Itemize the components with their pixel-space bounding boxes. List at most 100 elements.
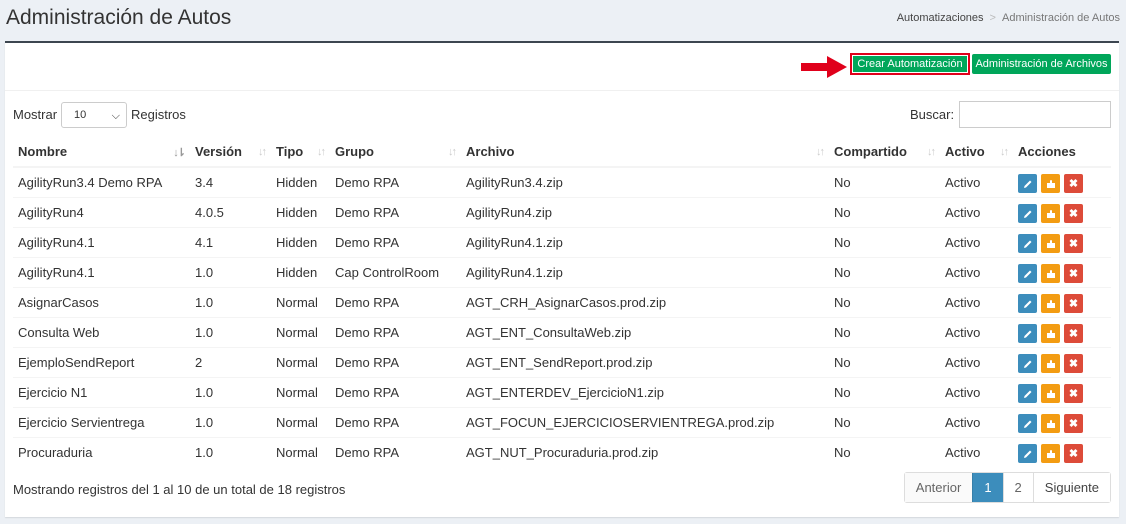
column-header-tipo[interactable]: Tipo ↓↑ — [271, 136, 330, 168]
delete-button[interactable]: ✖ — [1064, 384, 1083, 403]
plugin-button[interactable] — [1041, 204, 1060, 223]
cell-archivo: AgilityRun4.1.zip — [461, 256, 829, 287]
cell-version: 1.0 — [190, 316, 271, 347]
breadcrumb-item-automatizaciones[interactable]: Automatizaciones — [897, 12, 984, 24]
edit-button[interactable] — [1018, 294, 1037, 313]
table-row: AgilityRun4.1 1.0 Hidden Cap ControlRoom Agi… — [13, 256, 1111, 287]
cell-activo: Activo — [940, 226, 1013, 257]
edit-button[interactable] — [1018, 414, 1037, 433]
cell-compartido: No — [829, 376, 940, 407]
cell-nombre: AgilityRun4.1 — [13, 256, 190, 287]
plugin-button[interactable] — [1041, 444, 1060, 464]
edit-button[interactable] — [1018, 354, 1037, 373]
plugin-button[interactable] — [1041, 384, 1060, 403]
page-button-1[interactable]: 1 — [972, 473, 1003, 502]
cell-acciones: ✖ — [1013, 226, 1111, 257]
delete-button[interactable]: ✖ — [1064, 234, 1083, 253]
table-row: AsignarCasos 1.0 Normal Demo RPA AGT_CRH_Asi… — [13, 286, 1111, 317]
file-admin-button[interactable]: Administración de Archivos — [972, 54, 1111, 74]
times-icon: ✖ — [1068, 208, 1079, 220]
delete-button[interactable]: ✖ — [1064, 324, 1083, 343]
breadcrumb: Automatizaciones > Administración de Autos — [897, 12, 1120, 24]
pagination: Anterior 1 2 Siguiente — [903, 472, 1111, 503]
sort-icon: ↓↑ — [927, 146, 936, 158]
puzzle-icon — [1046, 299, 1055, 308]
edit-button[interactable] — [1018, 264, 1037, 283]
create-automation-button[interactable]: Crear Automatización — [850, 53, 970, 75]
cell-compartido: No — [829, 286, 940, 317]
plugin-button[interactable] — [1041, 294, 1060, 313]
search-label: Buscar: — [910, 107, 955, 122]
cell-tipo: Normal — [271, 346, 330, 377]
column-header-compartido[interactable]: Compartido ↓↑ — [829, 136, 940, 168]
cell-activo: Activo — [940, 406, 1013, 437]
edit-button[interactable] — [1018, 444, 1037, 464]
breadcrumb-item-current: Administración de Autos — [1001, 12, 1120, 24]
row-actions: ✖ — [1018, 201, 1106, 223]
edit-button[interactable] — [1018, 384, 1037, 403]
column-header-nombre[interactable]: Nombre ↓⇂ — [13, 136, 190, 168]
delete-button[interactable]: ✖ — [1064, 414, 1083, 433]
plugin-button[interactable] — [1041, 234, 1060, 253]
table-row: AgilityRun4.1 4.1 Hidden Demo RPA AgilityRun… — [13, 226, 1111, 257]
plugin-button[interactable] — [1041, 354, 1060, 373]
cell-version: 1.0 — [190, 406, 271, 437]
pencil-icon — [1023, 240, 1031, 248]
cell-compartido: No — [829, 256, 940, 287]
plugin-button[interactable] — [1041, 414, 1060, 433]
previous-page-button[interactable]: Anterior — [904, 473, 973, 502]
table-header-row: Nombre ↓⇂ Versión ↓↑ Tipo ↓↑ Grupo ↓↑ Archiv… — [13, 136, 1111, 168]
delete-button[interactable]: ✖ — [1064, 444, 1083, 464]
arrow-right-icon — [801, 56, 847, 78]
plugin-button[interactable] — [1041, 174, 1060, 194]
cell-nombre: EjemploSendReport — [13, 346, 190, 377]
edit-button[interactable] — [1018, 234, 1037, 253]
page-size-select[interactable]: 10 ⌵ — [61, 102, 127, 128]
edit-button[interactable] — [1018, 324, 1037, 343]
table-controls: Mostrar 10 ⌵ Registros Buscar: — [5, 101, 1119, 131]
cell-grupo: Demo RPA — [330, 196, 461, 227]
search-input[interactable] — [959, 101, 1111, 128]
row-actions: ✖ — [1018, 351, 1106, 373]
times-icon: ✖ — [1068, 178, 1079, 191]
column-header-archivo[interactable]: Archivo ↓↑ — [461, 136, 829, 168]
cell-compartido: No — [829, 196, 940, 227]
cell-tipo: Hidden — [271, 196, 330, 227]
cell-nombre: AgilityRun3.4 Demo RPA — [13, 166, 190, 197]
column-header-activo[interactable]: Activo ↓↑ — [940, 136, 1013, 168]
edit-button[interactable] — [1018, 204, 1037, 223]
edit-button[interactable] — [1018, 174, 1037, 194]
cell-grupo: Demo RPA — [330, 286, 461, 317]
cell-activo: Activo — [940, 316, 1013, 347]
column-header-acciones: Acciones — [1013, 136, 1111, 168]
delete-button[interactable]: ✖ — [1064, 264, 1083, 283]
cell-grupo: Demo RPA — [330, 226, 461, 257]
cell-grupo: Demo RPA — [330, 406, 461, 437]
page-size-value: 10 — [74, 109, 87, 121]
plugin-button[interactable] — [1041, 324, 1060, 343]
content-box: Crear Automatización Administración de A… — [5, 41, 1119, 517]
delete-button[interactable]: ✖ — [1064, 294, 1083, 313]
delete-button[interactable]: ✖ — [1064, 174, 1083, 194]
cell-nombre: AsignarCasos — [13, 286, 190, 317]
cell-acciones: ✖ — [1013, 376, 1111, 407]
table-row: EjemploSendReport 2 Normal Demo RPA AGT_ENT_… — [13, 346, 1111, 377]
table-row: AgilityRun4 4.0.5 Hidden Demo RPA AgilityRun… — [13, 196, 1111, 227]
cell-version: 1.0 — [190, 376, 271, 407]
breadcrumb-separator: > — [989, 12, 996, 24]
pencil-icon — [1023, 390, 1031, 398]
cell-archivo: AGT_CRH_AsignarCasos.prod.zip — [461, 286, 829, 317]
pencil-icon — [1023, 180, 1031, 188]
cell-nombre: Ejercicio Servientrega — [13, 406, 190, 437]
column-header-grupo[interactable]: Grupo ↓↑ — [330, 136, 461, 168]
column-header-version[interactable]: Versión ↓↑ — [190, 136, 271, 168]
table-row: Procuraduria 1.0 Normal Demo RPA AGT_NUT_Pro… — [13, 436, 1111, 467]
page-button-2[interactable]: 2 — [1002, 473, 1033, 502]
box-header: Crear Automatización Administración de A… — [5, 43, 1119, 91]
cell-archivo: AgilityRun4.zip — [461, 196, 829, 227]
pencil-icon — [1023, 300, 1031, 308]
delete-button[interactable]: ✖ — [1064, 354, 1083, 373]
delete-button[interactable]: ✖ — [1064, 204, 1083, 223]
plugin-button[interactable] — [1041, 264, 1060, 283]
next-page-button[interactable]: Siguiente — [1032, 473, 1110, 502]
